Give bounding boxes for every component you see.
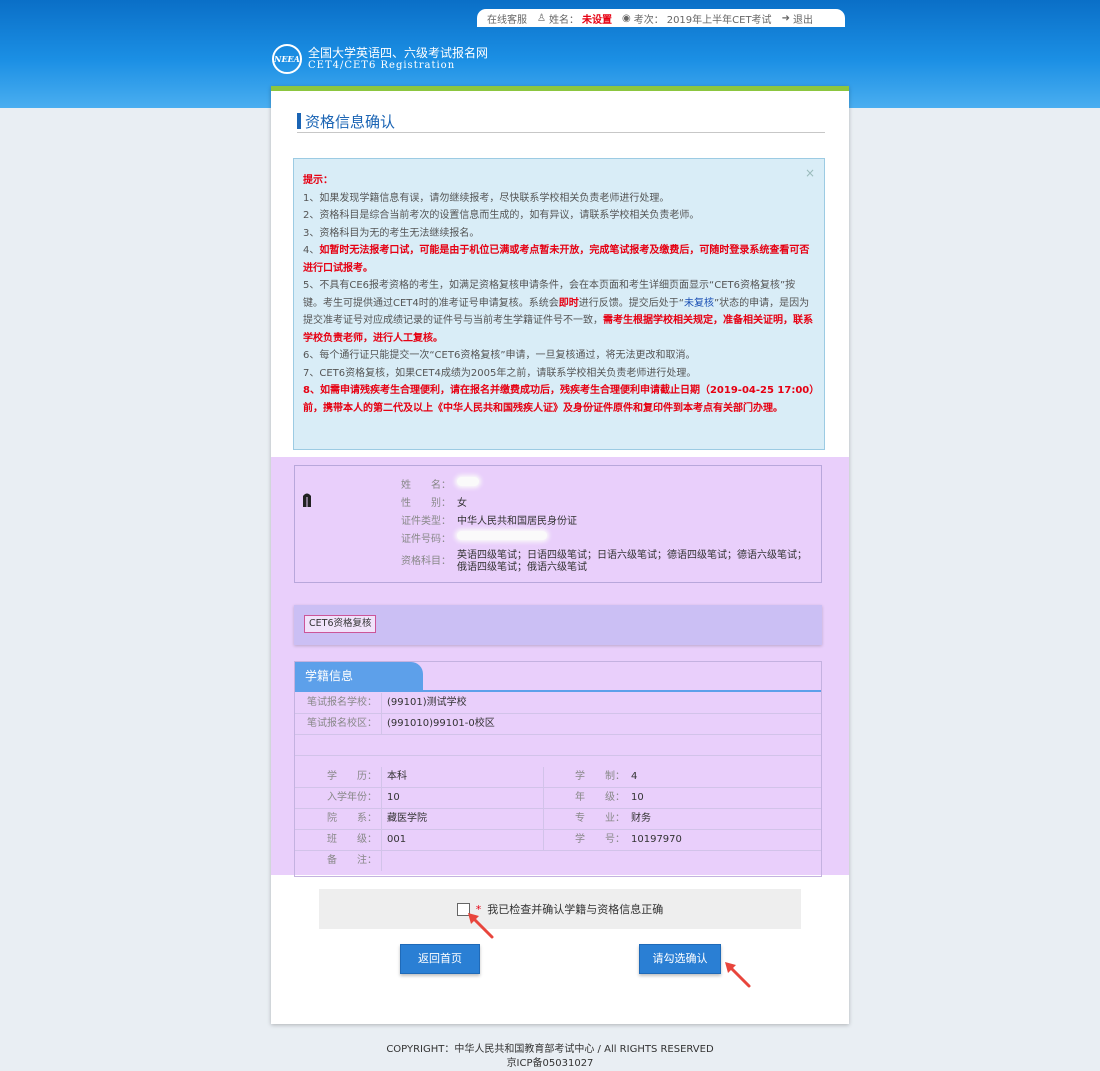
tab-education-info[interactable]: 学籍信息 bbox=[295, 662, 423, 690]
remark-row: 备 注： bbox=[295, 851, 821, 871]
tab-underline bbox=[295, 690, 821, 692]
notice-heading: 提示： bbox=[303, 175, 333, 186]
campus-value: (991010)99101-0校区 bbox=[387, 718, 495, 729]
user-name-value: 未设置 bbox=[581, 14, 612, 26]
gender-row: 性 别： 女 bbox=[401, 494, 467, 509]
logout-icon: ➜ bbox=[781, 12, 790, 24]
name-value-redacted bbox=[457, 476, 479, 491]
table-row: 学 历： 本科 学 制： 4 bbox=[295, 767, 821, 788]
title-bar-decoration bbox=[297, 113, 301, 129]
accent-line bbox=[271, 86, 849, 91]
school-row: 笔试报名学校： (99101)测试学校 bbox=[295, 693, 821, 714]
close-icon[interactable]: × bbox=[805, 165, 815, 183]
notice-item-5: 5、不具有CE6报考资格的考生，如满足资格复核申请条件，会在本页面和考生详细页面… bbox=[303, 280, 813, 344]
photo-placeholder-icon bbox=[303, 493, 311, 507]
logo-subtitle: CET4/CET6 Registration bbox=[308, 60, 456, 71]
confirm-button[interactable]: 请勾选确认 bbox=[639, 944, 721, 974]
gender-value: 女 bbox=[457, 498, 467, 509]
user-icon: ♙ bbox=[537, 12, 546, 24]
id-number-redacted bbox=[457, 530, 547, 545]
name-row: 姓 名： bbox=[401, 476, 479, 491]
notice-item: 2、资格科目是综合当前考次的设置信息而生成的，如有异议，请联系学校相关负责老师。 bbox=[303, 210, 700, 221]
cet6-review-button[interactable]: CET6资格复核 bbox=[304, 615, 377, 633]
spacer-row bbox=[295, 735, 821, 756]
id-type-row: 证件类型： 中华人民共和国居民身份证 bbox=[401, 512, 577, 527]
logout-link[interactable]: ➜ 退出 bbox=[782, 11, 813, 26]
id-type-value: 中华人民共和国居民身份证 bbox=[457, 516, 577, 527]
exam-info: ◉ 考次： 2019年上半年CET考试 bbox=[621, 12, 772, 26]
arrow-annotation-icon bbox=[468, 913, 494, 939]
top-user-bar: 在线客服 ♙ 姓名： 未设置 ◉ 考次： 2019年上半年CET考试 ➜ 退出 bbox=[477, 9, 845, 27]
notice-box: × 提示： 1、如果发现学籍信息有误，请勿继续报考，尽快联系学校相关负责老师进行… bbox=[293, 158, 825, 450]
table-row: 入学年份： 10 年 级： 10 bbox=[295, 788, 821, 809]
site-logo[interactable]: NEEA 全国大学英语四、六级考试报名网 CET4/CET6 Registrat… bbox=[272, 44, 488, 74]
id-number-row: 证件号码： bbox=[401, 530, 547, 545]
table-row: 班 级： 001 学 号： 10197970 bbox=[295, 830, 821, 851]
back-home-button[interactable]: 返回首页 bbox=[400, 944, 480, 974]
subjects-row: 资格科目： 英语四级笔试；日语四级笔试；日语六级笔试；德语四级笔试；德语六级笔试… bbox=[401, 550, 807, 573]
personal-info-panel: 姓 名： 性 别： 女 证件类型： 中华人民共和国居民身份证 证件号码： 资格科… bbox=[294, 465, 822, 583]
candidate-info-region: 姓 名： 性 别： 女 证件类型： 中华人民共和国居民身份证 证件号码： 资格科… bbox=[271, 457, 849, 877]
logo-title: 全国大学英语四、六级考试报名网 bbox=[308, 46, 489, 60]
notice-item: 6、每个通行证只能提交一次“CET6资格复核”申请，一旦复核通过，将无法更改和取… bbox=[303, 350, 696, 361]
user-name-info: ♙ 姓名： 未设置 bbox=[537, 12, 612, 26]
icp-text: 京ICP备05031027 bbox=[506, 1058, 594, 1069]
subjects-value: 英语四级笔试；日语四级笔试；日语六级笔试；德语四级笔试；德语六级笔试； 俄语四级笔… bbox=[457, 550, 807, 573]
page-title: 资格信息确认 bbox=[297, 110, 825, 133]
table-row: 院 系： 藏医学院 专 业： 财务 bbox=[295, 809, 821, 830]
notice-item: 1、如果发现学籍信息有误，请勿继续报考，尽快联系学校相关负责老师进行处理。 bbox=[303, 192, 670, 204]
confirm-bar: * 我已检查并确认学籍与资格信息正确 bbox=[319, 889, 801, 929]
online-service-link[interactable]: 在线客服 bbox=[487, 11, 527, 26]
review-section: CET6资格复核 bbox=[294, 605, 822, 645]
notice-item: 3、资格科目为无的考生无法继续报名。 bbox=[303, 227, 480, 239]
neea-logo-icon: NEEA bbox=[272, 44, 302, 74]
exam-icon: ◉ bbox=[621, 12, 631, 24]
main-card: 资格信息确认 × 提示： 1、如果发现学籍信息有误，请勿继续报考，尽快联系学校相… bbox=[271, 86, 849, 1024]
notice-item-8: 8、如需申请残疾考生合理便利，请在报名并缴费成功后，残疾考生合理便利申请截止日期… bbox=[303, 385, 815, 414]
notice-item-4: 4、如暂时无法报考口试，可能是由于机位已满或考点暂未开放，完成笔试报考及缴费后，… bbox=[303, 245, 810, 274]
arrow-annotation-icon bbox=[725, 962, 751, 988]
school-value: (99101)测试学校 bbox=[387, 697, 467, 708]
copyright-text: COPYRIGHT：中华人民共和国教育部考试中心 / All RIGHTS RE… bbox=[386, 1044, 714, 1055]
exam-value: 2019年上半年CET考试 bbox=[666, 14, 772, 26]
confirm-label[interactable]: 我已检查并确认学籍与资格信息正确 bbox=[487, 901, 663, 917]
education-info-panel: 学籍信息 笔试报名学校： (99101)测试学校 笔试报名校区： (991010… bbox=[294, 661, 822, 877]
campus-row: 笔试报名校区： (991010)99101-0校区 bbox=[295, 714, 821, 735]
page-footer: COPYRIGHT：中华人民共和国教育部考试中心 / All RIGHTS RE… bbox=[0, 1043, 1100, 1071]
notice-item: 7、CET6资格复核，如果CET4成绩为2005年之前，请联系学校相关负责老师进… bbox=[303, 367, 697, 379]
